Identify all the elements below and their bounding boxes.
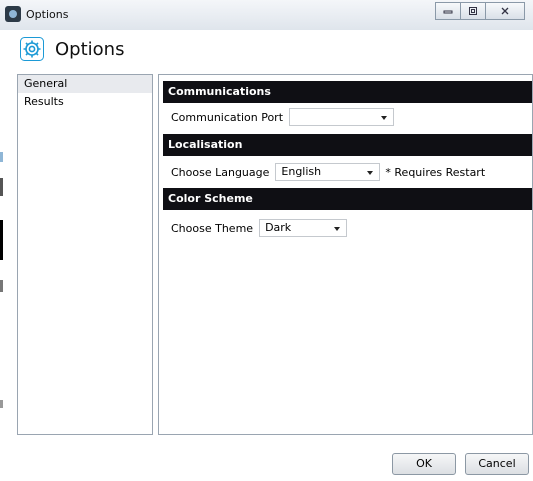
language-row: Choose Language English * Requires Resta… [171,162,485,182]
section-header-color-scheme: Color Scheme [163,188,532,210]
window-title: Options [26,8,69,21]
minimize-icon [443,10,453,14]
cancel-button[interactable]: Cancel [465,453,529,475]
restart-note: * Requires Restart [385,165,486,179]
theme-value: Dark [265,221,292,234]
edge-mark [0,152,3,162]
communication-port-select[interactable] [289,108,395,126]
edge-mark [0,400,3,408]
nav-item-results[interactable]: Results [18,93,152,111]
left-edge [0,70,9,481]
dialog-header: Options [0,30,533,70]
theme-select[interactable]: Dark [259,219,348,237]
communication-port-label: Communication Port [171,110,284,124]
maximize-icon [469,7,477,15]
nav-item-general[interactable]: General [18,75,152,93]
edge-mark [0,178,3,196]
language-value: English [281,165,322,178]
maximize-button[interactable] [460,2,486,20]
page-title: Options [55,39,125,60]
ok-button[interactable]: OK [392,453,456,475]
theme-row: Choose Theme Dark [171,218,348,238]
options-panel: Communications Communication Port Locali… [158,74,533,435]
language-select[interactable]: English [275,163,381,181]
chevron-down-icon [381,116,388,120]
close-icon [501,7,509,15]
edge-mark [0,220,3,260]
chevron-down-icon [334,227,341,231]
theme-label: Choose Theme [171,221,254,235]
caption-buttons [435,2,525,20]
gear-icon [20,37,44,61]
edge-mark [0,280,3,292]
app-icon [5,6,21,22]
window-title-bar[interactable]: Options [0,0,533,31]
close-button[interactable] [485,2,525,20]
language-label: Choose Language [171,165,270,179]
section-header-communications: Communications [163,81,532,103]
chevron-down-icon [367,171,374,175]
minimize-button[interactable] [435,2,461,20]
section-header-localisation: Localisation [163,134,532,156]
options-nav: General Results [17,74,153,435]
communication-port-row: Communication Port [171,107,395,127]
